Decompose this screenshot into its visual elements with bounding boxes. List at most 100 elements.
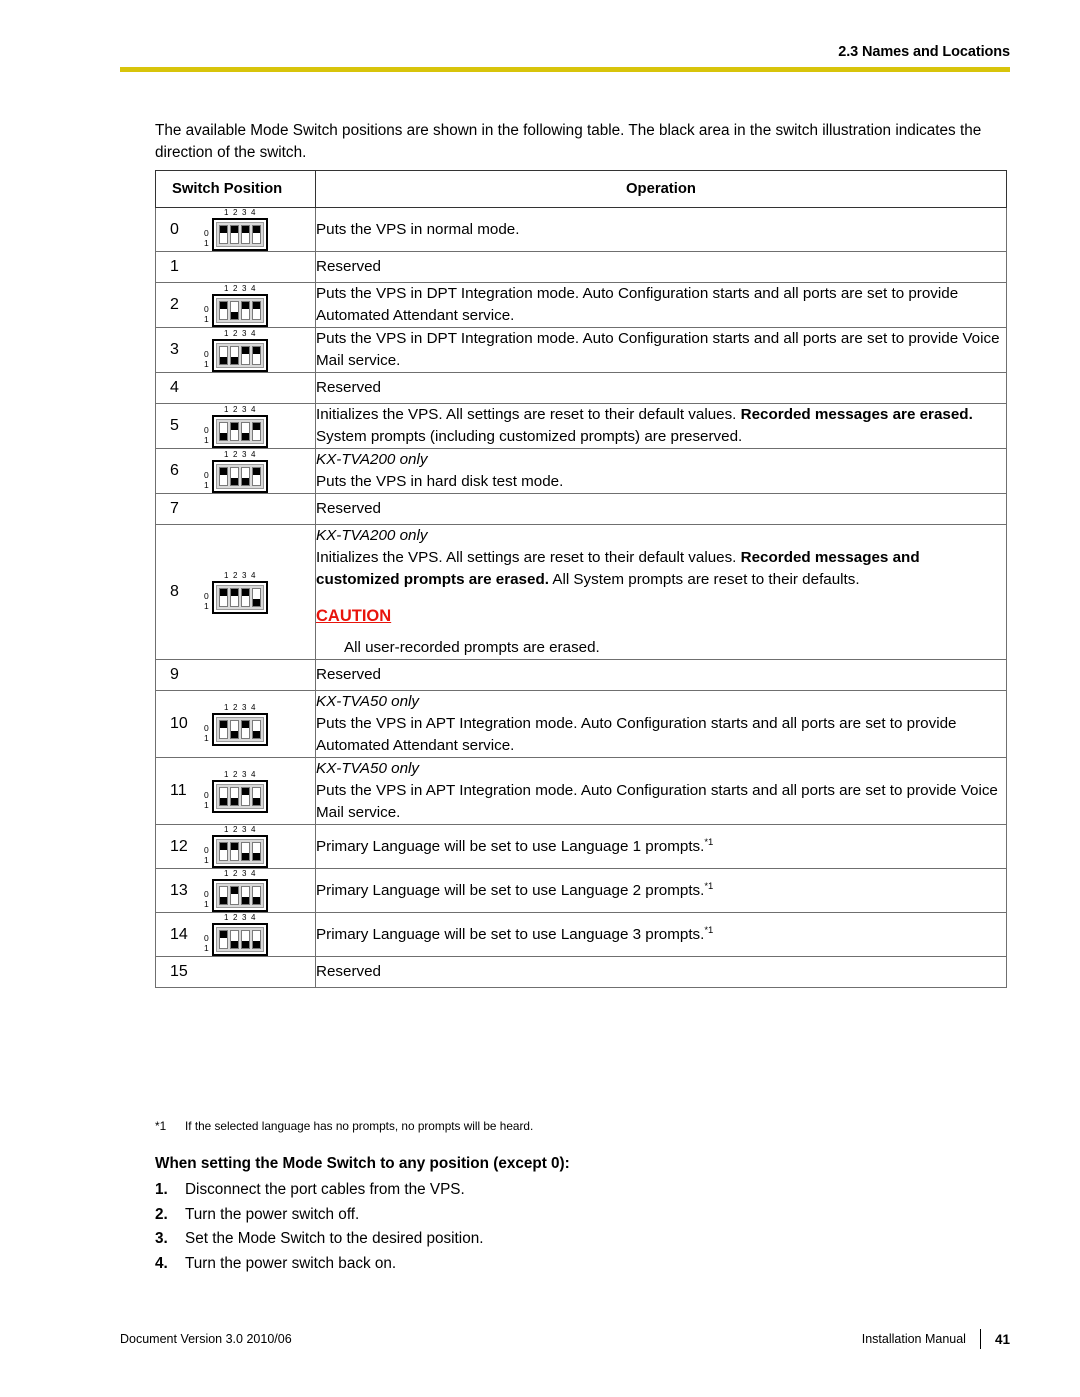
operation-span: Reserved [316,666,381,683]
cell-operation: KX-TVA50 only Puts the VPS in APT Integra… [315,757,1007,825]
dip-switch-housing [211,923,268,956]
dip-slot-2 [229,300,239,320]
switch-position-group: 9 [156,660,315,690]
model-note: KX-TVA200 only [316,451,428,468]
dip-slot-1 [218,345,228,365]
footer-page-number: 41 [994,1331,1010,1347]
cell-operation: Primary Language will be set to use Lang… [315,824,1007,869]
dip-slot-2 [229,842,239,861]
dip-number-1: 1 [224,825,229,834]
switch-position-number: 1 [170,258,179,275]
operation-span: Initializes the VPS. All settings are re… [316,549,741,566]
dip-number-3: 3 [242,449,247,459]
dip-slot-2 [229,225,239,244]
operation-text: KX-TVA50 only [316,691,1006,713]
cell-operation: Reserved [315,956,1007,988]
table-row: 15 Reserved [155,956,1007,988]
dip-slot-2 [229,587,239,607]
dip-switch-row-labels: 01 [204,304,209,327]
dip-switch-numbers: 1234 [222,208,258,217]
footnote-text: If the selected language has no prompts,… [185,1119,534,1133]
footer-document-version: Document Version 3.0 2010/06 [120,1332,292,1346]
operation-text: KX-TVA50 only [316,758,1006,780]
page-header: 2.3 Names and Locations [120,44,1010,72]
footer-right-group: Installation Manual 41 [862,1329,1010,1349]
step-item: 4. Turn the power switch back on. [155,1252,855,1277]
switch-position-number: 8 [170,583,179,600]
step-item: 3. Set the Mode Switch to the desired pos… [155,1227,855,1252]
operation-text: Reserved [316,377,1006,399]
switch-position-group: 4 [156,373,315,403]
dip-number-3: 3 [242,208,247,217]
cell-switch-position: 6011234 [155,448,316,494]
dip-knob-2-down [230,477,238,485]
dip-knob-1-up [219,226,227,233]
dip-label-1: 1 [204,358,209,369]
cell-operation: Primary Language will be set to use Lang… [315,912,1007,957]
operation-span: Puts the VPS in APT Integration mode. Au… [316,782,998,821]
dip-knob-3-up [241,720,249,728]
dip-knob-2-up [230,588,238,596]
dip-number-1: 1 [224,913,229,922]
cell-operation: Initializes the VPS. All settings are re… [315,403,1007,449]
switch-position-number: 10 [170,715,188,732]
operation-text: Reserved [316,256,1006,278]
dip-switch-housing [211,459,268,493]
dip-label-1: 1 [204,899,209,909]
dip-switch-track [215,716,264,742]
switch-position-group: 5011234 [156,405,315,448]
dip-switch-row-labels: 01 [204,790,209,813]
operation-span: Initializes the VPS. All settings are re… [316,406,741,423]
switch-position-group: 6011234 [156,450,315,493]
switch-position-number: 0 [170,220,179,238]
table-row: 9 Reserved [155,659,1007,691]
dip-knob-1-down [219,897,227,904]
dip-number-1: 1 [224,328,229,338]
operation-span: Puts the VPS in APT Integration mode. Au… [316,715,957,754]
cell-switch-position: 10 0 1 1 2 3 4 [155,690,316,758]
dip-switch-row-labels: 01 [204,228,209,251]
dip-label-1: 1 [204,943,209,953]
operation-text: Initializes the VPS. All settings are re… [316,404,1006,448]
dip-number-4: 4 [251,869,256,878]
operation-emphasis: Recorded messages are erased. [740,406,973,423]
dip-knob-1-up [219,720,227,728]
dip-number-4: 4 [251,449,256,459]
dip-knob-1-down [219,797,227,805]
dip-number-1: 1 [224,570,229,580]
step-number: 2. [155,1205,168,1223]
switch-position-group: 7 [156,494,315,524]
switch-position-group: 8011234 [156,571,315,614]
operation-text: Puts the VPS in DPT Integration mode. Au… [316,328,1006,372]
dip-switch-track [215,584,264,610]
dip-knob-4-down [252,941,260,948]
intro-paragraph: The available Mode Switch positions are … [155,122,982,161]
table-row: 13 0 1 1 2 3 4 Primary Language will be set to … [155,868,1007,913]
dip-number-2: 2 [233,570,238,580]
step-number: 3. [155,1230,168,1247]
dip-slot-1 [218,886,228,905]
dip-label-0: 0 [204,933,209,943]
cell-switch-position: 5011234 [155,403,316,449]
dip-switch-icon: 011234 [204,405,268,448]
dip-label-0: 0 [204,590,209,601]
cell-switch-position: 4 [155,372,316,404]
dip-switch-row-labels: 01 [204,723,209,746]
switch-position-number: 14 [170,925,188,943]
caution-block: CAUTION [316,591,1006,633]
dip-switch-icon: 011234 [204,284,268,327]
dip-switch-body-wrap: 1234 [211,869,268,912]
dip-number-1: 1 [224,769,229,779]
dip-slot-1 [218,786,228,806]
operation-span: Reserved [316,500,381,517]
cell-operation: KX-TVA200 only Initializes the VPS. All s… [315,524,1007,660]
cell-switch-position: 3011234 [155,327,316,373]
dip-slot-1 [218,930,228,949]
dip-knob-1-up [219,931,227,938]
table-row: 10 0 1 1 2 3 4 KX-TVA50 only Puts the VPS in APT… [155,690,1007,758]
step-number: 4. [155,1254,168,1272]
table-row: 4 Reserved [155,372,1007,404]
dip-number-2: 2 [233,328,238,338]
document-page: 2.3 Names and Locations The available Mo… [0,0,1080,1397]
dip-label-1: 1 [204,600,209,611]
